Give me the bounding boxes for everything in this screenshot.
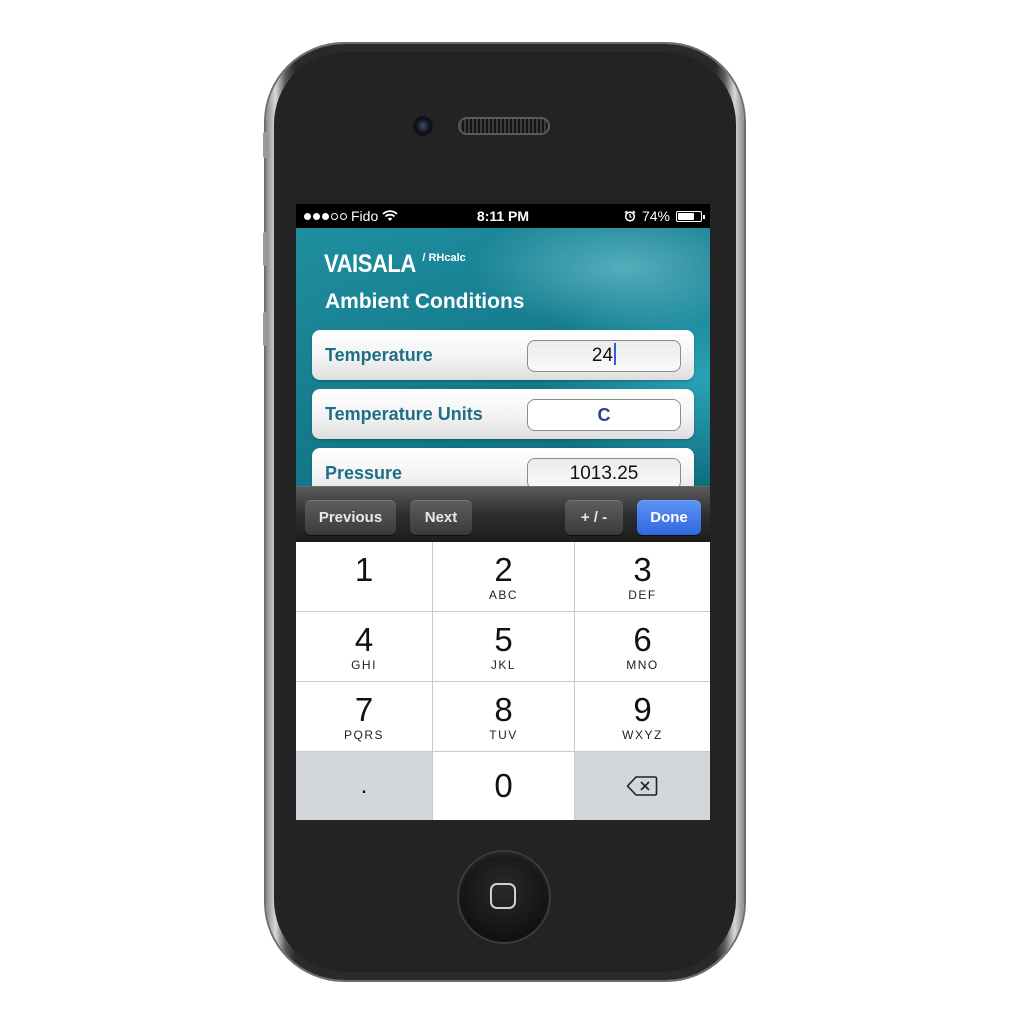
key-letters: JKL bbox=[490, 658, 517, 672]
key-letters: DEF bbox=[628, 588, 657, 602]
pressure-input[interactable]: 1013.25 bbox=[527, 458, 681, 486]
earpiece-speaker bbox=[458, 117, 550, 135]
backspace-icon bbox=[626, 776, 658, 796]
pressure-label: Pressure bbox=[325, 463, 403, 483]
key-letters: ABC bbox=[488, 588, 519, 602]
decimal-point: . bbox=[360, 772, 368, 799]
next-button[interactable]: Next bbox=[410, 500, 472, 535]
key-2[interactable]: 2 ABC bbox=[433, 542, 574, 611]
key-8[interactable]: 8 TUV bbox=[433, 682, 574, 751]
status-right: 74% bbox=[624, 204, 705, 228]
temperature-input[interactable]: 24 bbox=[527, 340, 681, 372]
status-bar: Fido 8:11 PM 74% bbox=[296, 204, 710, 228]
key-0[interactable]: 0 bbox=[433, 752, 574, 820]
mute-switch bbox=[263, 132, 267, 158]
key-4[interactable]: 4 GHI bbox=[296, 612, 432, 681]
key-letters: PQRS bbox=[343, 728, 384, 742]
key-digit: 0 bbox=[494, 767, 513, 804]
key-digit: 6 bbox=[633, 621, 652, 658]
keyboard-toolbar: Previous Next + / - Done bbox=[296, 486, 710, 542]
battery-percent: 74% bbox=[641, 208, 670, 224]
key-6[interactable]: 6 MNO bbox=[575, 612, 710, 681]
section-title: Ambient Conditions bbox=[325, 290, 525, 313]
volume-up-button bbox=[263, 232, 267, 266]
key-3[interactable]: 3 DEF bbox=[575, 542, 710, 611]
temperature-units-row: Temperature Units C bbox=[312, 389, 694, 439]
key-5[interactable]: 5 JKL bbox=[433, 612, 574, 681]
product-name: / RHcalc bbox=[422, 252, 466, 264]
pressure-row: Pressure 1013.25 bbox=[312, 448, 694, 486]
key-1[interactable]: 1 bbox=[296, 542, 432, 611]
key-digit: 3 bbox=[633, 551, 652, 588]
alarm-clock-icon bbox=[624, 210, 636, 222]
temperature-units-picker[interactable]: C bbox=[527, 399, 681, 431]
plus-minus-button[interactable]: + / - bbox=[565, 500, 623, 535]
temperature-value: 24 bbox=[591, 345, 614, 366]
done-button[interactable]: Done bbox=[637, 500, 701, 535]
temperature-label: Temperature bbox=[325, 345, 433, 365]
previous-button[interactable]: Previous bbox=[305, 500, 396, 535]
key-digit: 4 bbox=[354, 621, 374, 658]
volume-down-button bbox=[263, 312, 267, 346]
key-letters: GHI bbox=[351, 658, 377, 672]
vaisala-logo: VAISALA bbox=[324, 250, 416, 278]
delete-key[interactable] bbox=[575, 752, 710, 820]
key-decimal[interactable]: . bbox=[296, 752, 432, 820]
text-cursor bbox=[614, 343, 617, 365]
battery-icon bbox=[676, 210, 705, 222]
screen: Fido 8:11 PM 74% VAISALA / RHcalc Ambien… bbox=[296, 204, 710, 820]
key-digit: 1 bbox=[354, 551, 374, 588]
home-square-icon bbox=[490, 883, 516, 909]
key-digit: 5 bbox=[494, 621, 513, 658]
key-digit: 9 bbox=[633, 691, 652, 728]
key-digit: 8 bbox=[494, 691, 513, 728]
key-digit: 7 bbox=[354, 691, 374, 728]
key-9[interactable]: 9 WXYZ bbox=[575, 682, 710, 751]
front-camera bbox=[413, 116, 433, 136]
key-letters: TUV bbox=[489, 728, 518, 742]
temperature-units-label: Temperature Units bbox=[325, 404, 483, 424]
home-button[interactable] bbox=[459, 852, 549, 942]
brand-header: VAISALA / RHcalc bbox=[324, 250, 466, 279]
key-letters: MNO bbox=[626, 658, 659, 672]
key-7[interactable]: 7 PQRS bbox=[296, 682, 432, 751]
app-content: VAISALA / RHcalc Ambient Conditions Temp… bbox=[296, 228, 710, 486]
key-digit: 2 bbox=[494, 551, 513, 588]
temperature-row: Temperature 24 bbox=[312, 330, 694, 380]
key-letters: WXYZ bbox=[622, 728, 663, 742]
numeric-keypad: 1 2 ABC 3 DEF 4 GHI 5 JKL 6 MNO 7 PQRS 8… bbox=[296, 542, 710, 820]
